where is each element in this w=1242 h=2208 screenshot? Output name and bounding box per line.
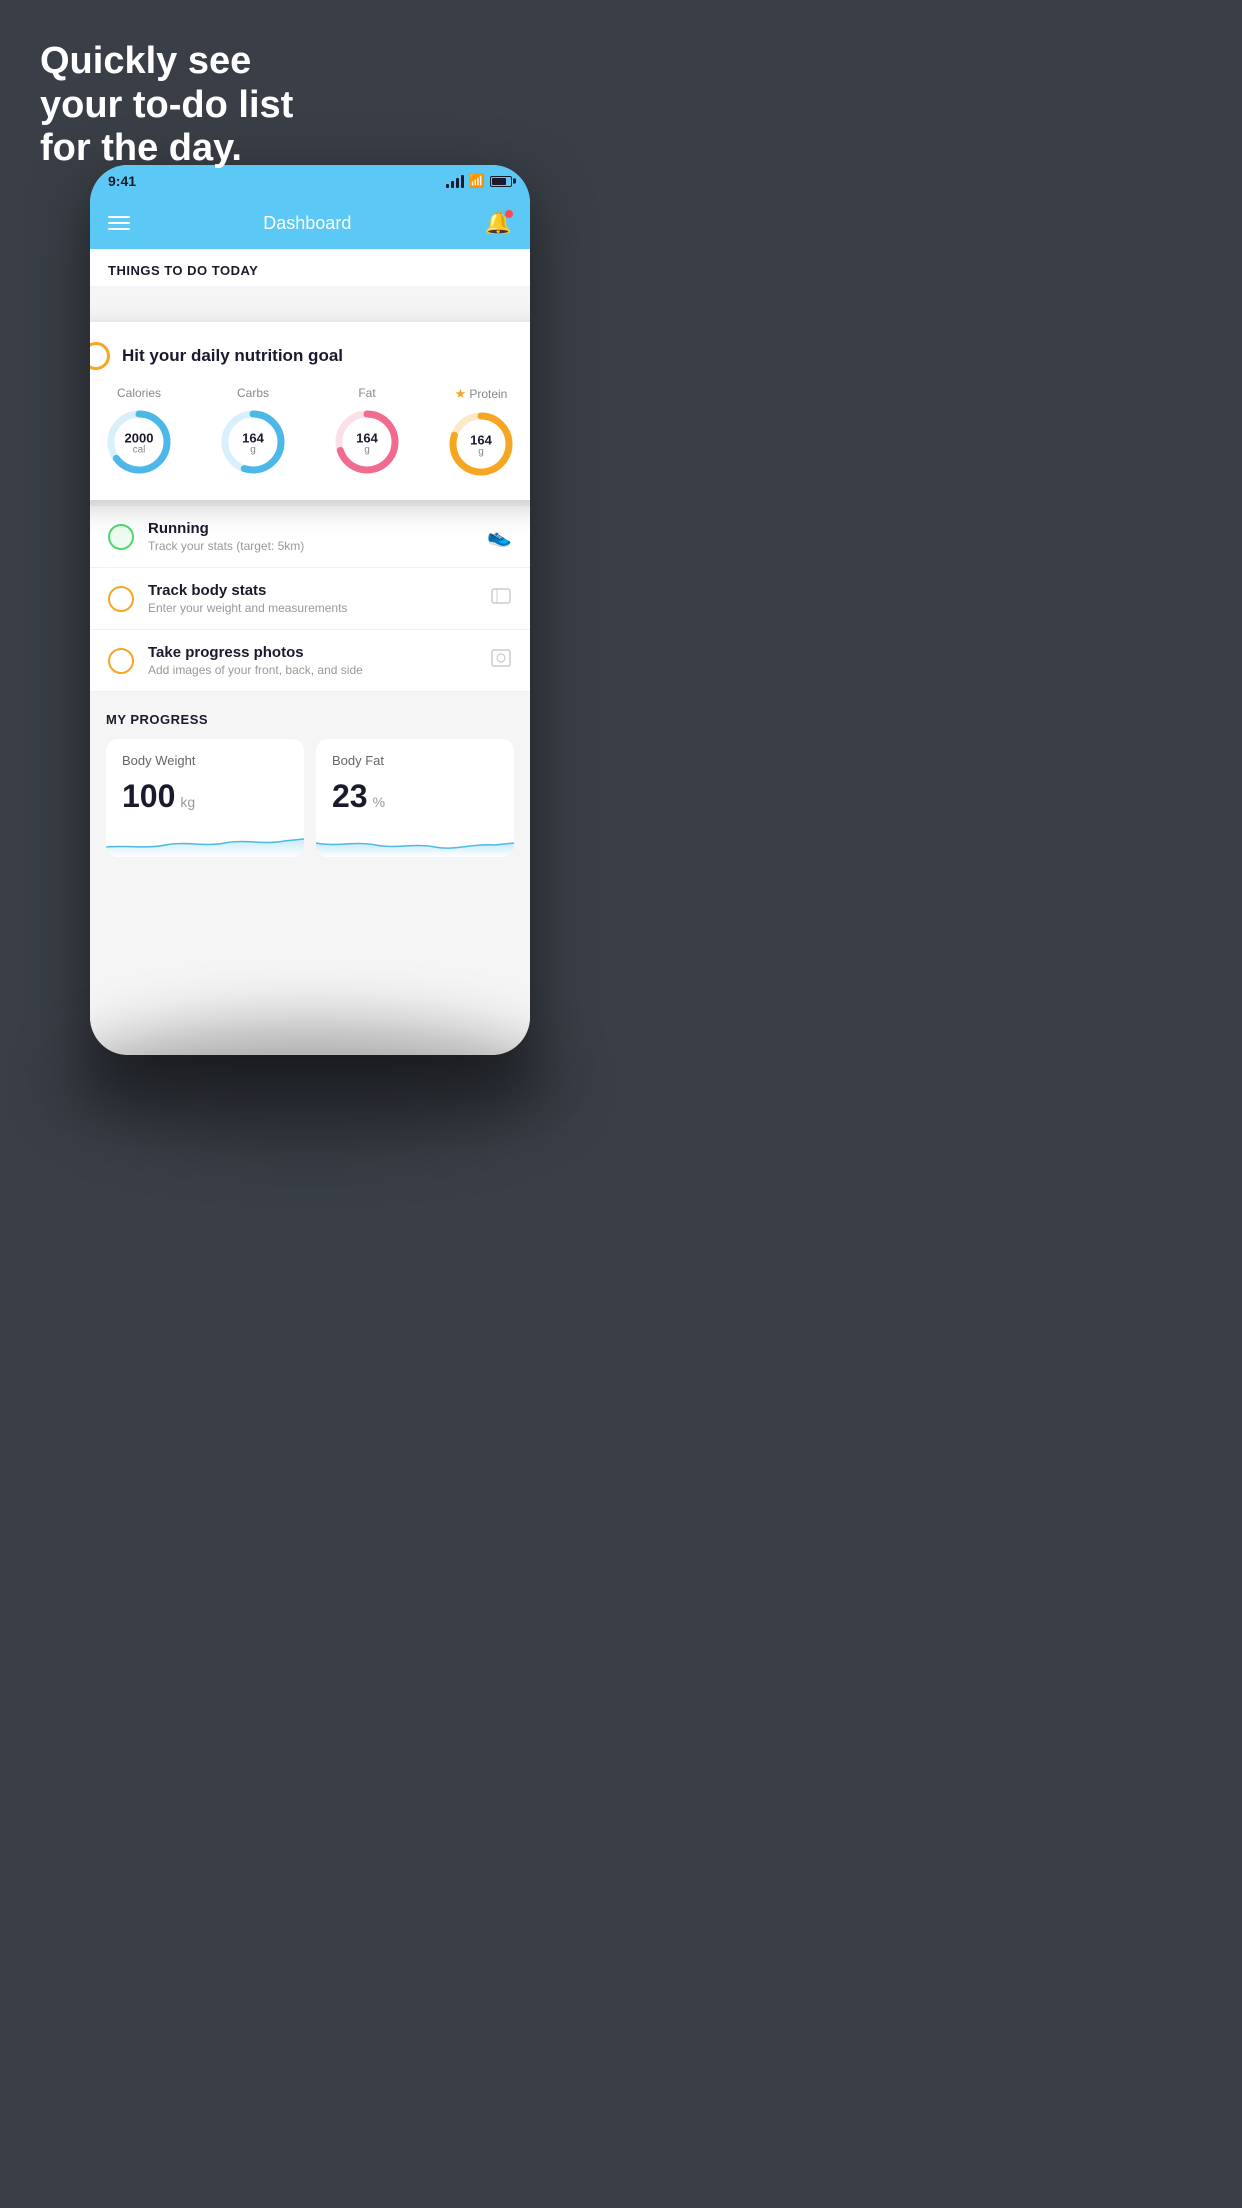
svg-text:cal: cal [133, 445, 146, 456]
carbs-ring: Carbs 164 g [217, 386, 289, 478]
svg-text:g: g [478, 447, 484, 458]
body-weight-card-title: Body Weight [122, 753, 288, 768]
todo-circle-running [108, 524, 134, 550]
menu-button[interactable] [108, 216, 130, 230]
todo-subtitle-photos: Add images of your front, back, and side [148, 663, 476, 677]
star-icon: ★ [455, 386, 467, 402]
things-today-title: THINGS TO DO TODAY [108, 263, 512, 278]
todo-list: Running Track your stats (target: 5km) 👟… [90, 506, 530, 692]
nutrition-rings: Calories 2000 cal Carbs [90, 386, 530, 480]
notification-badge [505, 210, 513, 218]
todo-item-body-stats[interactable]: Track body stats Enter your weight and m… [90, 568, 530, 630]
progress-cards: Body Weight 100 kg [106, 739, 514, 857]
todo-subtitle-body-stats: Enter your weight and measurements [148, 601, 476, 615]
fat-ring: Fat 164 g [331, 386, 403, 478]
calories-label: Calories [117, 386, 161, 400]
carbs-ring-svg: 164 g [217, 406, 289, 478]
body-fat-value: 23 [332, 778, 368, 815]
fat-label: Fat [358, 386, 375, 400]
svg-text:164: 164 [470, 432, 492, 447]
todo-subtitle-running: Track your stats (target: 5km) [148, 539, 473, 553]
app-header: Dashboard 🔔 [90, 197, 530, 249]
body-fat-card-title: Body Fat [332, 753, 498, 768]
svg-text:2000: 2000 [125, 430, 154, 445]
fat-ring-svg: 164 g [331, 406, 403, 478]
status-time: 9:41 [108, 173, 136, 189]
things-today-section: THINGS TO DO TODAY [90, 249, 530, 286]
battery-icon [490, 176, 512, 187]
body-weight-card[interactable]: Body Weight 100 kg [106, 739, 304, 857]
my-progress-section: MY PROGRESS Body Weight 100 kg [90, 692, 530, 873]
nutrition-card: Hit your daily nutrition goal Calories 2… [90, 322, 530, 500]
nutrition-check-circle[interactable] [90, 342, 110, 370]
carbs-label: Carbs [237, 386, 269, 400]
svg-text:164: 164 [242, 430, 264, 445]
hero-text: Quickly see your to-do list for the day. [40, 40, 293, 171]
body-weight-value: 100 [122, 778, 175, 815]
todo-title-running: Running [148, 520, 473, 537]
scale-icon [490, 585, 512, 613]
phone-content: THINGS TO DO TODAY Hit your daily nutrit… [90, 249, 530, 1055]
nutrition-card-title: Hit your daily nutrition goal [122, 346, 343, 366]
notification-button[interactable]: 🔔 [485, 210, 512, 236]
svg-text:g: g [250, 445, 256, 456]
todo-title-body-stats: Track body stats [148, 582, 476, 599]
todo-item-photos[interactable]: Take progress photos Add images of your … [90, 630, 530, 692]
body-fat-card[interactable]: Body Fat 23 % [316, 739, 514, 857]
todo-title-photos: Take progress photos [148, 644, 476, 661]
calories-ring: Calories 2000 cal [103, 386, 175, 478]
signal-icon [446, 174, 464, 188]
todo-circle-photos [108, 648, 134, 674]
background-shadow [61, 1024, 561, 1144]
protein-label: ★ Protein [455, 386, 508, 402]
header-title: Dashboard [263, 213, 351, 234]
body-fat-unit: % [373, 794, 385, 810]
body-fat-chart [316, 825, 514, 857]
wifi-icon: 📶 [469, 173, 485, 189]
phone-frame: 9:41 📶 Dashboard 🔔 THINGS TO [90, 165, 530, 1055]
protein-ring: ★ Protein 164 g [445, 386, 517, 480]
running-icon: 👟 [487, 524, 512, 549]
body-weight-unit: kg [180, 794, 195, 810]
todo-circle-body-stats [108, 586, 134, 612]
protein-ring-svg: 164 g [445, 408, 517, 480]
todo-item-running[interactable]: Running Track your stats (target: 5km) 👟 [90, 506, 530, 568]
status-icons: 📶 [446, 173, 512, 189]
calories-ring-svg: 2000 cal [103, 406, 175, 478]
svg-text:164: 164 [356, 430, 378, 445]
nutrition-card-header: Hit your daily nutrition goal [90, 342, 530, 370]
body-weight-chart [106, 825, 304, 857]
svg-text:g: g [364, 445, 370, 456]
my-progress-title: MY PROGRESS [106, 712, 514, 727]
photo-icon [490, 647, 512, 675]
